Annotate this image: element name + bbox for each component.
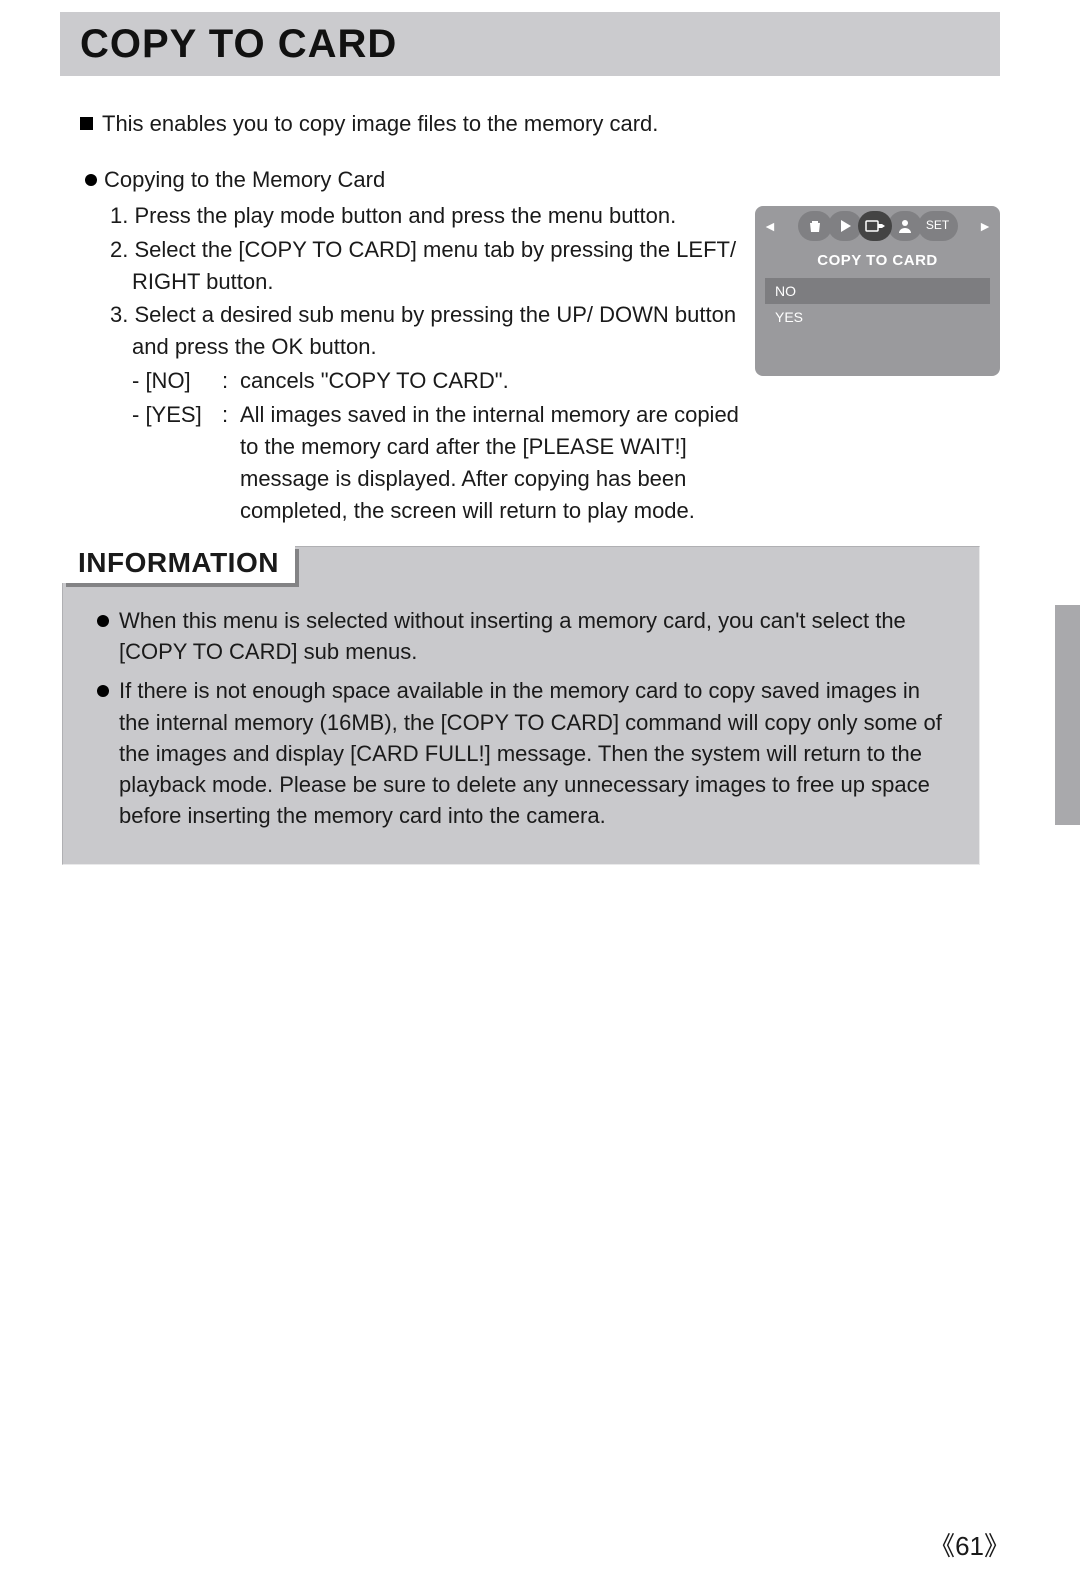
side-tab: [1055, 605, 1080, 825]
colon: :: [222, 365, 240, 397]
section-heading-row: Copying to the Memory Card: [80, 164, 1000, 196]
copy-to-card-tab-icon: [858, 211, 892, 241]
body-content: This enables you to copy image files to …: [80, 108, 1000, 529]
info-bullet-1: When this menu is selected without inser…: [97, 605, 955, 667]
option-no-label: - [NO]: [132, 365, 222, 397]
left-arrow-icon: ◄: [761, 216, 779, 236]
step-3: 3. Select a desired sub menu by pressing…: [110, 299, 745, 363]
option-list: - [NO] : cancels "COPY TO CARD". - [YES]…: [132, 365, 745, 526]
info-text-2: If there is not enough space available i…: [119, 678, 942, 828]
play-tab-icon: [828, 211, 862, 241]
lcd-menu: NO YES: [755, 278, 1000, 331]
bracket-right-icon: 》: [984, 1532, 1010, 1561]
page-title-bar: COPY TO CARD: [60, 12, 1000, 76]
info-bullet-2: If there is not enough space available i…: [97, 675, 955, 831]
set-label: SET: [926, 217, 949, 234]
information-list: When this menu is selected without inser…: [87, 605, 955, 832]
step-list: 1. Press the play mode button and press …: [110, 200, 745, 363]
lead-line: This enables you to copy image files to …: [80, 108, 1000, 140]
step-1: 1. Press the play mode button and press …: [110, 200, 745, 232]
bracket-left-icon: 《: [929, 1532, 955, 1561]
information-heading: INFORMATION: [62, 545, 295, 583]
bullet-icon: [97, 615, 109, 627]
square-bullet-icon: [80, 117, 93, 130]
page-title: COPY TO CARD: [60, 12, 1000, 67]
camera-lcd: ◄ SET ► COPY TO CARD NO YES: [755, 206, 1000, 376]
option-yes-desc: All images saved in the internal memory …: [240, 399, 745, 527]
right-arrow-icon: ►: [976, 216, 994, 236]
steps-column: 1. Press the play mode button and press …: [80, 200, 745, 529]
option-yes: - [YES] : All images saved in the intern…: [132, 399, 745, 527]
page-number-value: 61: [955, 1531, 984, 1561]
lcd-item-no: NO: [765, 278, 990, 304]
option-no: - [NO] : cancels "COPY TO CARD".: [132, 365, 745, 397]
option-no-desc: cancels "COPY TO CARD".: [240, 365, 745, 397]
trash-tab-icon: [798, 211, 832, 241]
person-tab-icon: [888, 211, 922, 241]
bullet-icon: [97, 685, 109, 697]
lead-text: This enables you to copy image files to …: [102, 111, 658, 136]
page-number: 《61》: [929, 1526, 1010, 1563]
lcd-tab-icons: SET: [800, 211, 956, 241]
step-2: 2. Select the [COPY TO CARD] menu tab by…: [110, 234, 745, 298]
option-yes-label: - [YES]: [132, 399, 222, 527]
lcd-item-yes: YES: [765, 304, 990, 330]
set-tab-icon: SET: [918, 211, 958, 241]
info-text-1: When this menu is selected without inser…: [119, 608, 906, 664]
information-box: INFORMATION When this menu is selected w…: [62, 546, 980, 865]
colon: :: [222, 399, 240, 527]
lcd-menu-title: COPY TO CARD: [755, 246, 1000, 278]
bullet-icon: [85, 174, 97, 186]
lcd-tab-row: ◄ SET ►: [755, 206, 1000, 246]
section-heading: Copying to the Memory Card: [104, 167, 385, 192]
